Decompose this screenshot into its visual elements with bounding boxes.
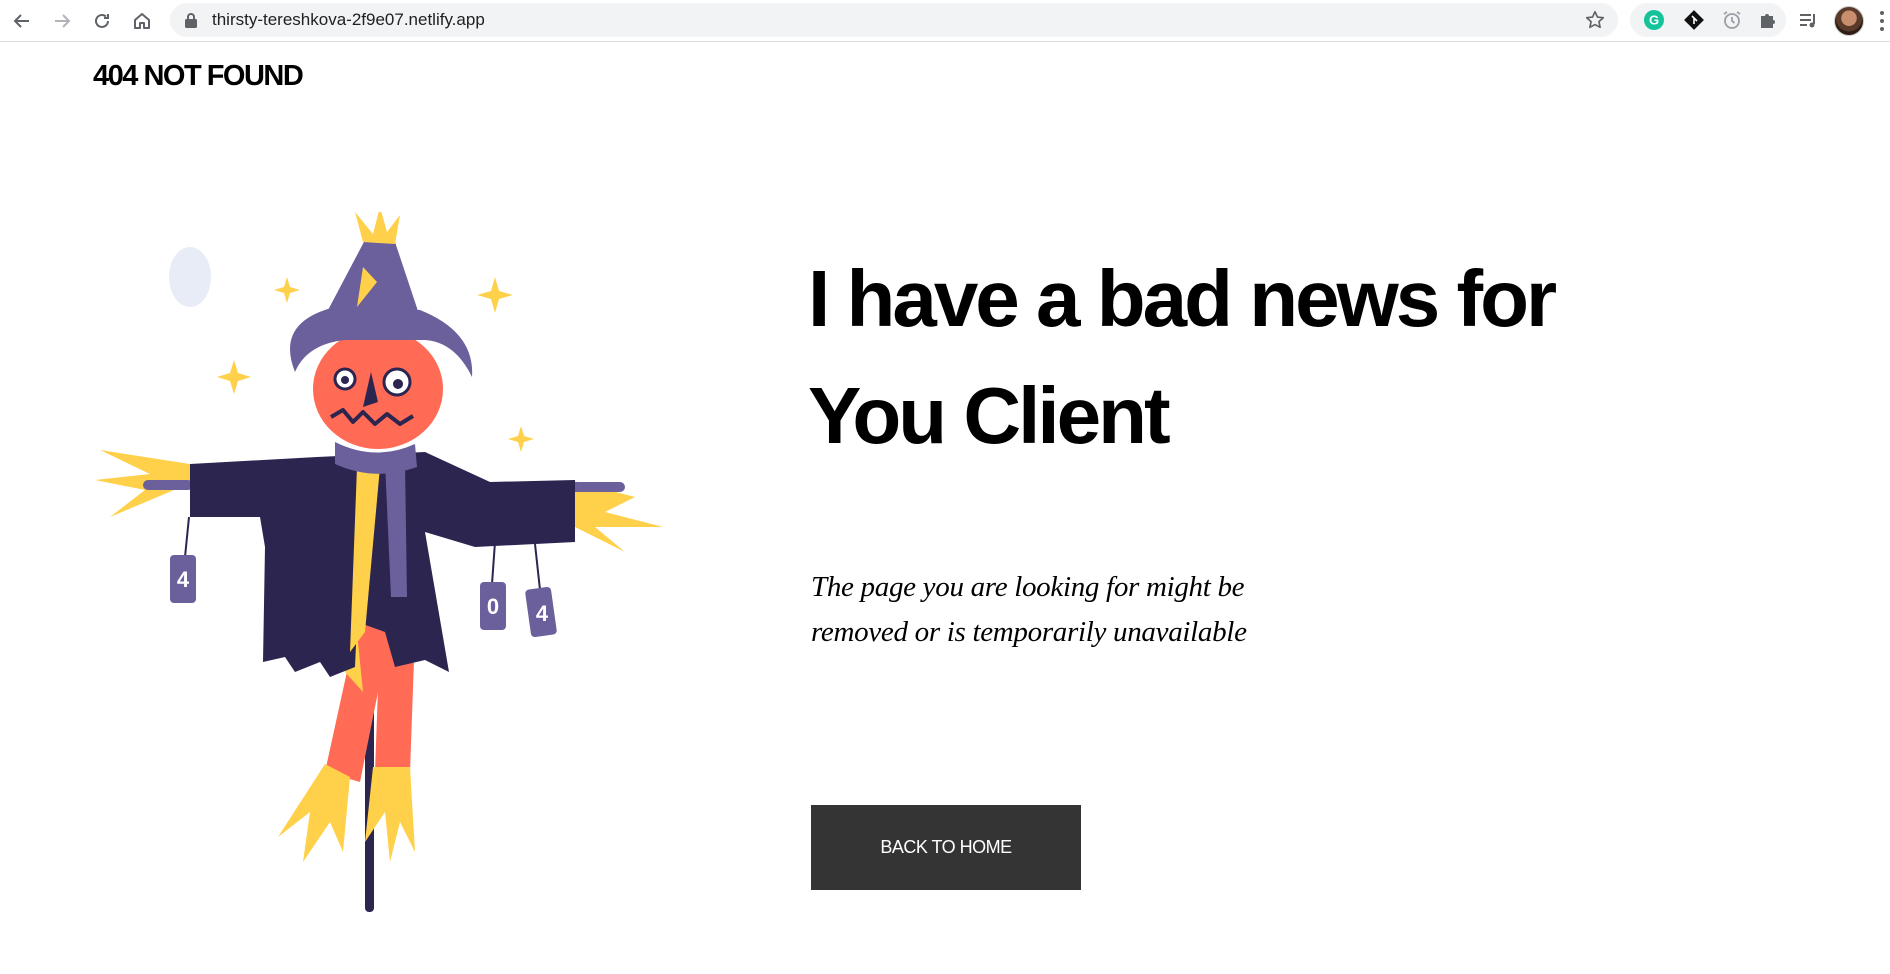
browser-toolbar: thirsty-tereshkova-2f9e07.netlify.app G [0, 0, 1890, 42]
address-bar[interactable]: thirsty-tereshkova-2f9e07.netlify.app [170, 3, 1618, 37]
headline-line-1: I have a bad news for [808, 254, 1557, 343]
git-icon[interactable] [1682, 8, 1706, 32]
can-left-digit: 4 [177, 567, 190, 592]
left-foot-straw [278, 764, 350, 862]
back-to-home-button[interactable]: BACK TO HOME [811, 805, 1081, 890]
sparkle-3 [217, 360, 251, 394]
lock-icon[interactable] [184, 12, 198, 33]
sparkle-2 [477, 277, 513, 313]
extensions-group: G [1630, 3, 1786, 37]
home-icon[interactable] [128, 7, 156, 35]
page-title: I have a bad news for You Client [808, 240, 1708, 474]
svg-text:G: G [1649, 13, 1659, 28]
puzzle-icon[interactable] [1756, 8, 1780, 32]
more-vert-icon[interactable] [1878, 8, 1886, 34]
can-right-digit: 4 [536, 601, 549, 626]
reload-icon[interactable] [88, 7, 116, 35]
left-sleeve-end [143, 480, 193, 490]
headline-line-2: You Client [808, 371, 1171, 460]
back-arrow-icon[interactable] [8, 7, 36, 35]
media-queue-icon[interactable] [1794, 7, 1822, 35]
star-icon[interactable] [1584, 9, 1606, 36]
site-logo[interactable]: 404 NOT FOUND [93, 60, 304, 93]
right-sleeve-end [570, 482, 625, 492]
scarecrow-illustration: 4 0 4 [95, 212, 663, 912]
error-description: The page you are looking for might be re… [811, 565, 1271, 655]
sparkle-4 [508, 426, 534, 452]
sparkle-1 [274, 277, 300, 303]
grammarly-icon[interactable]: G [1642, 8, 1666, 32]
url-text: thirsty-tereshkova-2f9e07.netlify.app [212, 10, 485, 29]
pumpkin-head [313, 329, 443, 449]
can-middle-digit: 0 [487, 594, 499, 619]
hat-straw [355, 212, 400, 244]
alarm-icon[interactable] [1720, 8, 1744, 32]
avatar[interactable] [1834, 6, 1864, 36]
moon-shape [169, 247, 211, 307]
subtext-line-1: The page you are looking for might be [811, 571, 1245, 603]
subtext-line-2: removed or is temporarily unavailable [811, 616, 1247, 648]
forward-arrow-icon[interactable] [48, 7, 76, 35]
